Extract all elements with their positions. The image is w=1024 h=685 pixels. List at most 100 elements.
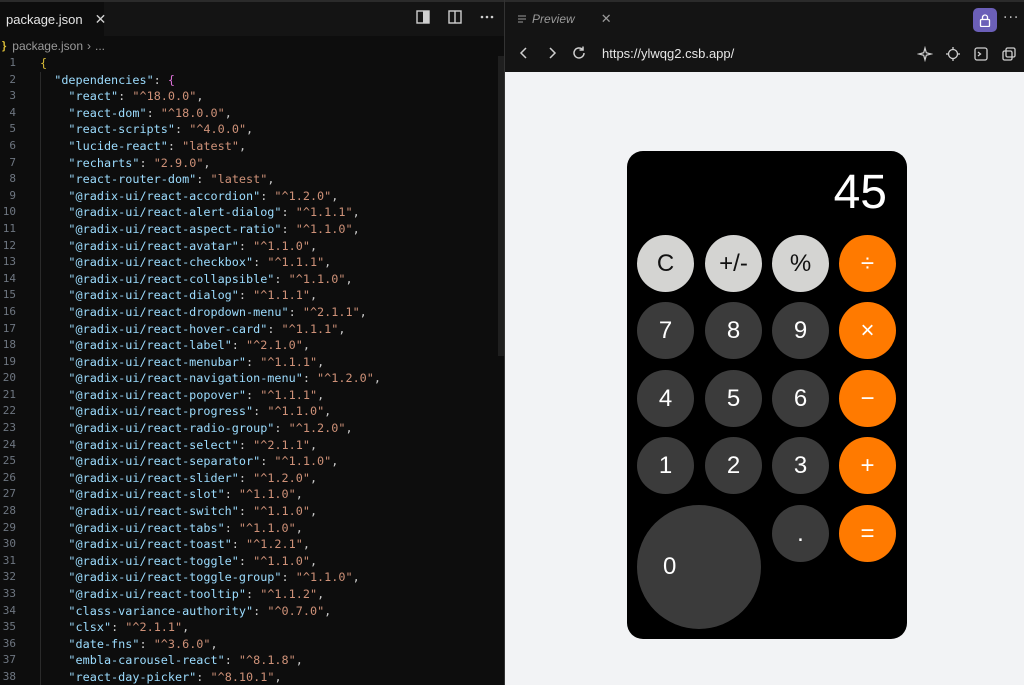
tab-package-json[interactable]: package.json ✕ bbox=[0, 2, 107, 36]
code-line[interactable]: 15 "@radix-ui/react-dialog": "^1.1.1", bbox=[0, 287, 500, 304]
code-line[interactable]: 26 "@radix-ui/react-slider": "^1.2.0", bbox=[0, 470, 500, 487]
url-input[interactable]: https://ylwqg2.csb.app/ bbox=[602, 46, 734, 61]
digit-6-button[interactable]: 6 bbox=[772, 370, 829, 427]
clear-button[interactable]: C bbox=[637, 235, 694, 292]
close-icon[interactable]: ✕ bbox=[601, 11, 612, 27]
code-line[interactable]: 27 "@radix-ui/react-slot": "^1.1.0", bbox=[0, 486, 500, 503]
digit-0-button[interactable]: 0 bbox=[637, 505, 761, 629]
code-line[interactable]: 30 "@radix-ui/react-toast": "^1.2.1", bbox=[0, 536, 500, 553]
digit-2-button[interactable]: 2 bbox=[705, 437, 762, 494]
digit-9-button[interactable]: 9 bbox=[772, 302, 829, 359]
code-line[interactable]: 9 "@radix-ui/react-accordion": "^1.2.0", bbox=[0, 188, 500, 205]
digit-8-button[interactable]: 8 bbox=[705, 302, 762, 359]
code-line[interactable]: 34 "class-variance-authority": "^0.7.0", bbox=[0, 603, 500, 620]
code-line[interactable]: 8 "react-router-dom": "latest", bbox=[0, 171, 500, 188]
code-line[interactable]: 23 "@radix-ui/react-radio-group": "^1.2.… bbox=[0, 420, 500, 437]
split-editor-icon[interactable] bbox=[448, 10, 462, 24]
url-bar: https://ylwqg2.csb.app/ bbox=[505, 36, 1024, 72]
code-line[interactable]: 28 "@radix-ui/react-switch": "^1.1.0", bbox=[0, 503, 500, 520]
code-line[interactable]: 17 "@radix-ui/react-hover-card": "^1.1.1… bbox=[0, 321, 500, 338]
json-value: ^1.2.0 bbox=[281, 188, 325, 203]
crosshair-icon[interactable] bbox=[945, 46, 961, 66]
code-line[interactable]: 35 "clsx": "^2.1.1", bbox=[0, 619, 500, 636]
back-icon[interactable] bbox=[517, 45, 531, 65]
code-line[interactable]: 24 "@radix-ui/react-select": "^2.1.1", bbox=[0, 437, 500, 454]
code-line[interactable]: 32 "@radix-ui/react-toggle-group": "^1.1… bbox=[0, 569, 500, 586]
breadcrumb-rest[interactable]: ... bbox=[95, 39, 105, 53]
line-text: "@radix-ui/react-aspect-ratio": "^1.1.0"… bbox=[68, 221, 360, 236]
code-line[interactable]: 31 "@radix-ui/react-toggle": "^1.1.0", bbox=[0, 553, 500, 570]
line-text: "@radix-ui/react-avatar": "^1.1.0", bbox=[68, 238, 318, 253]
decimal-button[interactable]: . bbox=[772, 505, 829, 562]
code-line[interactable]: 33 "@radix-ui/react-tooltip": "^1.1.2", bbox=[0, 586, 500, 603]
digit-7-button[interactable]: 7 bbox=[637, 302, 694, 359]
json-value: ^3.6.0 bbox=[160, 636, 204, 651]
line-text: "@radix-ui/react-popover": "^1.1.1", bbox=[68, 387, 325, 402]
line-text: "react-scripts": "^4.0.0", bbox=[68, 122, 254, 137]
code-line[interactable]: 2 "dependencies": { bbox=[0, 72, 500, 89]
json-value: ^0.7.0 bbox=[274, 603, 318, 618]
subtract-button[interactable]: − bbox=[839, 370, 896, 427]
code-line[interactable]: 13 "@radix-ui/react-checkbox": "^1.1.1", bbox=[0, 254, 500, 271]
digit-1-button[interactable]: 1 bbox=[637, 437, 694, 494]
code-line[interactable]: 20 "@radix-ui/react-navigation-menu": "^… bbox=[0, 370, 500, 387]
multiply-button[interactable]: × bbox=[839, 302, 896, 359]
calculator: 45 C +/-% ÷ 7 8 9 × 4 5 6−1 2 3 +0. = bbox=[627, 151, 907, 639]
lock-button[interactable] bbox=[973, 8, 997, 32]
code-line[interactable]: 12 "@radix-ui/react-avatar": "^1.1.0", bbox=[0, 238, 500, 255]
code-line[interactable]: 36 "date-fns": "^3.6.0", bbox=[0, 636, 500, 653]
line-number: 3 bbox=[9, 89, 16, 103]
line-text: "embla-carousel-react": "^8.1.8", bbox=[68, 653, 303, 668]
sparkle-icon[interactable] bbox=[916, 45, 934, 66]
json-key: date-fns bbox=[75, 636, 133, 651]
code-line[interactable]: 22 "@radix-ui/react-progress": "^1.1.0", bbox=[0, 403, 500, 420]
terminal-icon[interactable] bbox=[973, 46, 989, 66]
code-line[interactable]: 37 "embla-carousel-react": "^8.1.8", bbox=[0, 652, 500, 669]
lock-icon bbox=[979, 13, 991, 27]
line-number: 18 bbox=[2, 338, 16, 352]
toggle-panel-icon[interactable] bbox=[416, 10, 430, 24]
code-line[interactable]: 21 "@radix-ui/react-popover": "^1.1.1", bbox=[0, 387, 500, 404]
forward-icon[interactable] bbox=[545, 45, 559, 65]
code-line[interactable]: 6 "lucide-react": "latest", bbox=[0, 138, 500, 155]
json-key: @radix-ui/react-tooltip bbox=[75, 587, 239, 601]
code-line[interactable]: 3 "react": "^18.0.0", bbox=[0, 88, 500, 105]
sign-toggle-button[interactable]: +/- bbox=[705, 235, 762, 292]
close-icon[interactable]: ✕ bbox=[95, 11, 107, 28]
code-line[interactable]: 25 "@radix-ui/react-separator": "^1.1.0"… bbox=[0, 453, 500, 470]
json-key: @radix-ui/react-select bbox=[75, 437, 232, 452]
code-line[interactable]: 19 "@radix-ui/react-menubar": "^1.1.1", bbox=[0, 354, 500, 371]
code-line[interactable]: 11 "@radix-ui/react-aspect-ratio": "^1.1… bbox=[0, 221, 500, 238]
code-line[interactable]: 38 "react-day-picker": "^8.10.1", bbox=[0, 669, 500, 685]
code-line[interactable]: 1{ bbox=[0, 55, 500, 72]
code-line[interactable]: 7 "recharts": "2.9.0", bbox=[0, 155, 500, 172]
breadcrumb-file[interactable]: package.json bbox=[12, 39, 83, 53]
digit-5-button[interactable]: 5 bbox=[705, 370, 762, 427]
editor-actions bbox=[416, 10, 494, 24]
code-line[interactable]: 29 "@radix-ui/react-tabs": "^1.1.0", bbox=[0, 520, 500, 537]
code-line[interactable]: 14 "@radix-ui/react-collapsible": "^1.1.… bbox=[0, 271, 500, 288]
line-number: 32 bbox=[2, 570, 16, 584]
percent-button[interactable]: % bbox=[772, 235, 829, 292]
line-text: "class-variance-authority": "^0.7.0", bbox=[68, 603, 332, 618]
equals-button[interactable]: = bbox=[839, 505, 896, 562]
divide-button[interactable]: ÷ bbox=[839, 235, 896, 292]
reload-icon[interactable] bbox=[571, 45, 587, 65]
code-line[interactable]: 16 "@radix-ui/react-dropdown-menu": "^2.… bbox=[0, 304, 500, 321]
code-line[interactable]: 18 "@radix-ui/react-label": "^2.1.0", bbox=[0, 337, 500, 354]
code-line[interactable]: 4 "react-dom": "^18.0.0", bbox=[0, 105, 500, 122]
digit-3-button[interactable]: 3 bbox=[772, 437, 829, 494]
code-line[interactable]: 10 "@radix-ui/react-alert-dialog": "^1.1… bbox=[0, 204, 500, 221]
digit-4-button[interactable]: 4 bbox=[637, 370, 694, 427]
add-button[interactable]: + bbox=[839, 437, 896, 494]
code-line[interactable]: 5 "react-scripts": "^4.0.0", bbox=[0, 121, 500, 138]
code-area[interactable]: 1{2 "dependencies": {3 "react": "^18.0.0… bbox=[0, 55, 500, 685]
tab-preview[interactable]: Preview ✕ bbox=[517, 2, 612, 36]
more-icon[interactable]: ··· bbox=[1003, 10, 1019, 26]
json-value: ^1.1.1 bbox=[267, 354, 310, 369]
more-icon[interactable] bbox=[480, 10, 494, 24]
editor-tab-bar: package.json ✕ bbox=[0, 0, 504, 36]
open-external-icon[interactable] bbox=[1001, 46, 1017, 66]
line-number: 17 bbox=[2, 321, 16, 335]
json-value: ^1.1.1 bbox=[260, 288, 303, 303]
